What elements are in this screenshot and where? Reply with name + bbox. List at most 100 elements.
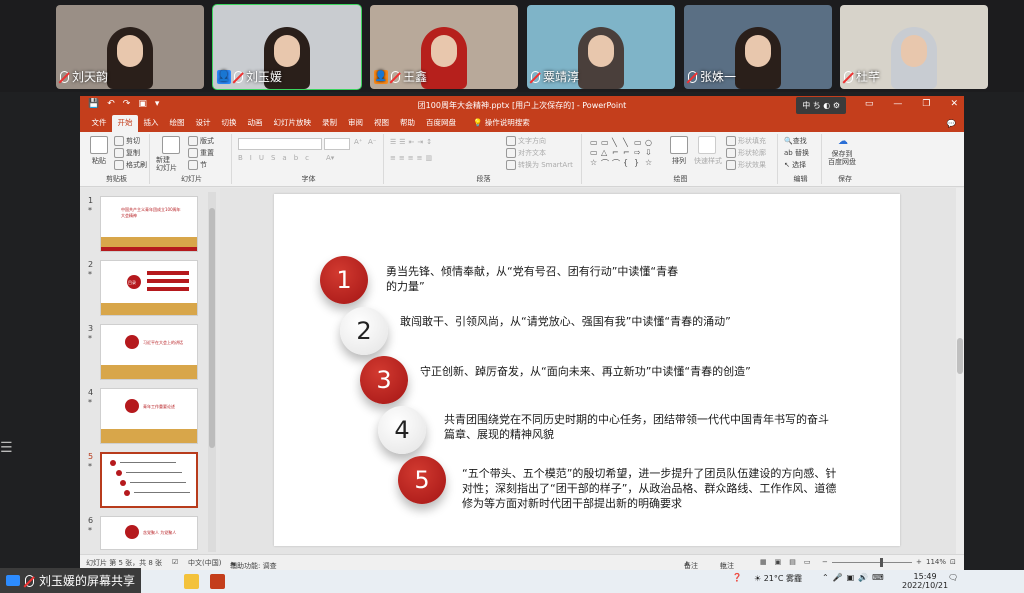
increase-font-icon[interactable]: A⁺ [354,138,362,146]
language-indicator[interactable]: 中文(中国) [188,558,221,568]
section-icon [188,160,198,170]
tab-transitions[interactable]: 切换 [216,117,242,132]
slide-thumbnail[interactable]: 含党聚人 为党聚人 [100,516,198,550]
participant-tile[interactable]: 👤 刘玉媛 [212,4,362,90]
ribbon-display-icon[interactable]: ▭ [865,99,874,109]
minimize-icon[interactable]: — [893,99,902,109]
quick-styles-icon[interactable] [698,136,716,154]
copy-button[interactable]: 复制 [114,148,140,158]
tab-record[interactable]: 录制 [317,117,343,132]
font-format-buttons[interactable]: BIUSabc [238,154,316,162]
point-text[interactable]: “五个带头、五个模范”的殷切希望，进一步提升了团员队伍建设的方向感、针对性；深刻… [462,466,847,511]
view-buttons[interactable]: ▦▣▤▭ [760,558,818,566]
tab-help[interactable]: 帮助 [395,117,421,132]
editor-scrollbar[interactable] [956,188,964,554]
tab-home[interactable]: 开始 [112,115,138,132]
new-slide-button[interactable]: 新建 幻灯片 [156,156,177,172]
point-number-circle[interactable]: 1 [320,256,368,304]
menu-handle-icon[interactable]: ☰ [0,440,14,466]
notification-icon[interactable]: 🗨 [948,573,958,582]
system-tray-icons[interactable]: ⌃🎤▣🔊⌨ [822,573,888,582]
point-number-circle[interactable]: 4 [378,406,426,454]
point-text[interactable]: 守正创新、踔厉奋发，从“面向未来、再立新功”中读懂“青春的创造” [420,364,820,379]
select-button[interactable]: ↖ 选择 [784,160,806,170]
align-text-button[interactable]: 对齐文本 [506,148,546,158]
slide-thumbnail[interactable]: 青年工作重要论述 [100,388,198,444]
shapes-gallery[interactable]: ▭ ▭ ╲ ╲ ▭ ○ ▭ △ ⌐ ⌐ ⇨ ⇩ ☆ ⌒ ⌒{} ☆ [590,138,656,168]
zoom-slider[interactable] [832,562,912,563]
point-number-circle[interactable]: 5 [398,456,446,504]
zoom-out-icon[interactable]: − [822,558,828,566]
quick-styles-button[interactable]: 快速样式 [694,156,722,166]
arrange-button[interactable]: 排列 [672,156,686,166]
find-button[interactable]: 🔍查找 [784,136,807,146]
format-painter-button[interactable]: 格式刷 [114,160,147,170]
slide-canvas[interactable]: 1 勇当先锋、倾情奉献，从“党有号召、团有行动”中读懂“青春的力量” 2 敢闯敢… [274,194,900,546]
participant-tile[interactable]: 👤 王鑫 [370,5,518,89]
new-slide-icon[interactable] [162,136,180,154]
arrange-icon[interactable] [670,136,688,154]
point-text[interactable]: 勇当先锋、倾情奉献，从“党有号召、团有行动”中读懂“青春的力量” [386,264,686,294]
cut-button[interactable]: 剪切 [114,136,140,146]
participant-tile[interactable]: 张姝一 [684,5,832,89]
point-text[interactable]: 敢闯敢干、引领风尚，从“请党放心、强国有我”中读懂“青春的涌动” [400,314,750,329]
comments-icon[interactable]: 💬 [941,119,964,132]
tab-baidu-netdisk[interactable]: 百度网盘 [421,117,462,132]
screen-share-indicator[interactable]: 刘玉媛的屏幕共享 [0,568,142,593]
align-buttons[interactable]: ≡≡≡≡▥ [390,154,435,162]
help-icon[interactable]: ❓ [732,573,742,582]
slide-thumbnail[interactable]: 习近平在大会上的讲话 [100,324,198,380]
scrollbar-thumb[interactable] [209,208,215,448]
participant-tile[interactable]: 刘天韵 [56,5,204,89]
tab-file[interactable]: 文件 [86,117,112,132]
tab-draw[interactable]: 绘图 [164,117,190,132]
point-number-circle[interactable]: 3 [360,356,408,404]
zoom-slider-thumb[interactable] [880,558,883,567]
tab-review[interactable]: 审阅 [343,117,369,132]
tell-me-search[interactable]: 💡 操作说明搜索 [468,117,536,132]
layout-button[interactable]: 版式 [188,136,214,146]
section-button[interactable]: 节 [188,160,207,170]
tab-slideshow[interactable]: 幻灯片放映 [268,117,317,132]
fit-slide-icon[interactable]: ⊡ [950,558,956,566]
zoom-in-icon[interactable]: + [916,558,922,566]
ime-toolbar[interactable]: 中 ち ◐ ⚙ [796,97,846,114]
slide-thumbnail[interactable]: 中国共产主义青年团成立100周年大会精神 [100,196,198,252]
font-size-dropdown[interactable] [324,138,350,150]
text-direction-button[interactable]: 文字方向 [506,136,546,146]
clock[interactable]: 15:49 2022/10/21 [902,572,948,590]
shape-fill-button[interactable]: 形状填充 [726,136,766,146]
thumbnails-scrollbar[interactable] [208,192,216,552]
smartart-button[interactable]: 转换为 SmartArt [506,160,573,170]
font-name-dropdown[interactable] [238,138,322,150]
zoom-level[interactable]: 114% [926,558,946,566]
scrollbar-thumb[interactable] [957,338,963,374]
reset-button[interactable]: 重置 [188,148,214,158]
shape-effects-button[interactable]: 形状效果 [726,160,766,170]
participant-tile[interactable]: 杜芊 [840,5,988,89]
tab-animations[interactable]: 动画 [242,117,268,132]
point-text[interactable]: 共青团围绕党在不同历史时期的中心任务，团结带领一代代中国青年书写的奋斗篇章、展现… [444,412,829,442]
font-color-icon[interactable]: A▾ [326,154,334,162]
slide-thumbnail[interactable]: 目录 [100,260,198,316]
tab-design[interactable]: 设计 [190,117,216,132]
maximize-icon[interactable]: ❐ [922,99,930,109]
close-icon[interactable]: ✕ [950,99,958,109]
baidu-netdisk-icon[interactable]: ☁ [838,136,848,147]
slide-thumbnail-selected[interactable] [100,452,198,508]
weather-widget[interactable]: ☀ 21°C 雾霾 [754,573,802,584]
paste-icon[interactable] [90,136,108,154]
participant-tile[interactable]: 粟靖淳 [527,5,675,89]
point-number-circle[interactable]: 2 [340,307,388,355]
list-buttons[interactable]: ☰☰⇤⇥↕ [390,138,435,146]
shape-outline-button[interactable]: 形状轮廓 [726,148,766,158]
replace-button[interactable]: ab 替换 [784,148,809,158]
tab-insert[interactable]: 插入 [138,117,164,132]
spell-check-icon[interactable]: ☑ [172,558,178,566]
save-to-netdisk-button[interactable]: 保存到 百度网盘 [828,150,856,166]
paste-button[interactable]: 粘贴 [92,156,106,166]
powerpoint-taskbar-icon[interactable] [210,574,225,589]
tab-view[interactable]: 视图 [369,117,395,132]
file-explorer-icon[interactable] [184,574,199,589]
decrease-font-icon[interactable]: A⁻ [368,138,376,146]
